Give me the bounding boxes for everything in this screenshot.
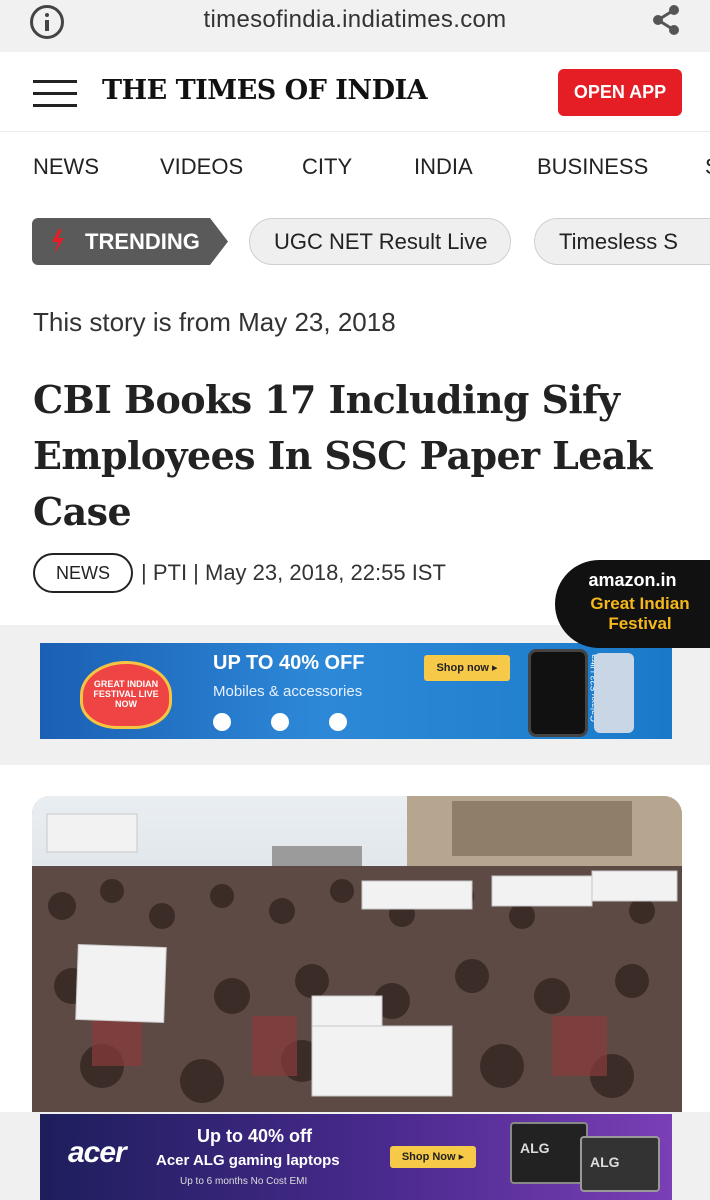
nav-item-news[interactable]: NEWS [33,154,99,180]
amazon-logo-text: amazon.in [588,570,677,590]
ad-subtitle: Mobiles & accessories [213,683,363,700]
trending-chip-ugc-net[interactable]: UGC NET Result Live [249,218,511,265]
site-logo[interactable]: THE TIMES OF INDIA [102,75,428,106]
ad-offer-text: UP TO 40% OFF [213,652,365,674]
category-badge[interactable]: NEWS [33,553,133,593]
nav-item-next[interactable]: S [705,154,710,180]
ad-container-bottom: acer Up to 40% off Acer ALG gaming lapto… [0,1112,710,1200]
shop-now-button[interactable]: Shop now ▸ [424,655,510,681]
article-image[interactable] [32,796,682,1114]
ad-feature-icons [213,713,403,731]
site-header: THE TIMES OF INDIA OPEN APP [0,52,710,132]
nav-item-india[interactable]: INDIA [414,154,473,180]
phone-image-secondary [594,653,634,733]
laptop-label: ALG [520,1140,550,1156]
ad-subtitle: Acer ALG gaming laptops [156,1152,340,1169]
protest-crowd-image [32,796,682,1114]
ad-banner-amazon[interactable]: GREAT INDIAN FESTIVAL LIVE NOW UP TO 40%… [40,643,672,739]
festival-title: Great Indian Festival [590,594,690,633]
nav-item-city[interactable]: CITY [302,154,352,180]
open-app-button[interactable]: OPEN APP [558,69,682,116]
acer-logo: acer [68,1136,127,1169]
story-date-notice: This story is from May 23, 2018 [33,307,396,337]
phone-image [528,649,588,737]
article-headline: CBI Books 17 Including Sify Employees In… [33,377,652,534]
section-nav: NEWS VIDEOS CITY INDIA BUSINESS S [0,132,710,202]
laptop-label-secondary: ALG [590,1154,620,1170]
url-text[interactable]: timesofindia.indiatimes.com [0,6,710,34]
laptop-image-secondary: ALG [580,1136,660,1192]
byline: | PTI | May 23, 2018, 22:55 IST [141,560,446,585]
nav-item-business[interactable]: BUSINESS [537,154,648,180]
ad-offer-text: Up to 40% off [197,1126,312,1146]
browser-url-bar: timesofindia.indiatimes.com [0,0,710,52]
laptop-image: ALG [510,1122,588,1184]
trending-label: TRENDING [85,229,200,254]
ad-banner-acer[interactable]: acer Up to 40% off Acer ALG gaming lapto… [40,1114,672,1200]
trending-chip-timesless[interactable]: Timesless S [534,218,710,265]
festival-logo-text: GREAT INDIAN FESTIVAL LIVE NOW [93,679,159,709]
nav-item-videos[interactable]: VIDEOS [160,154,243,180]
lightning-bolt-icon [52,229,64,253]
share-icon[interactable] [648,2,684,38]
trending-badge[interactable]: TRENDING [32,218,228,265]
trending-bar: TRENDING UGC NET Result Live Timesless S [0,215,710,271]
hamburger-menu-icon[interactable] [33,80,77,108]
amazon-festival-badge[interactable]: amazon.in Great Indian Festival [555,560,710,648]
ad-fine-print: Up to 6 months No Cost EMI [180,1176,308,1187]
shop-now-button[interactable]: Shop Now ▸ [390,1146,476,1168]
